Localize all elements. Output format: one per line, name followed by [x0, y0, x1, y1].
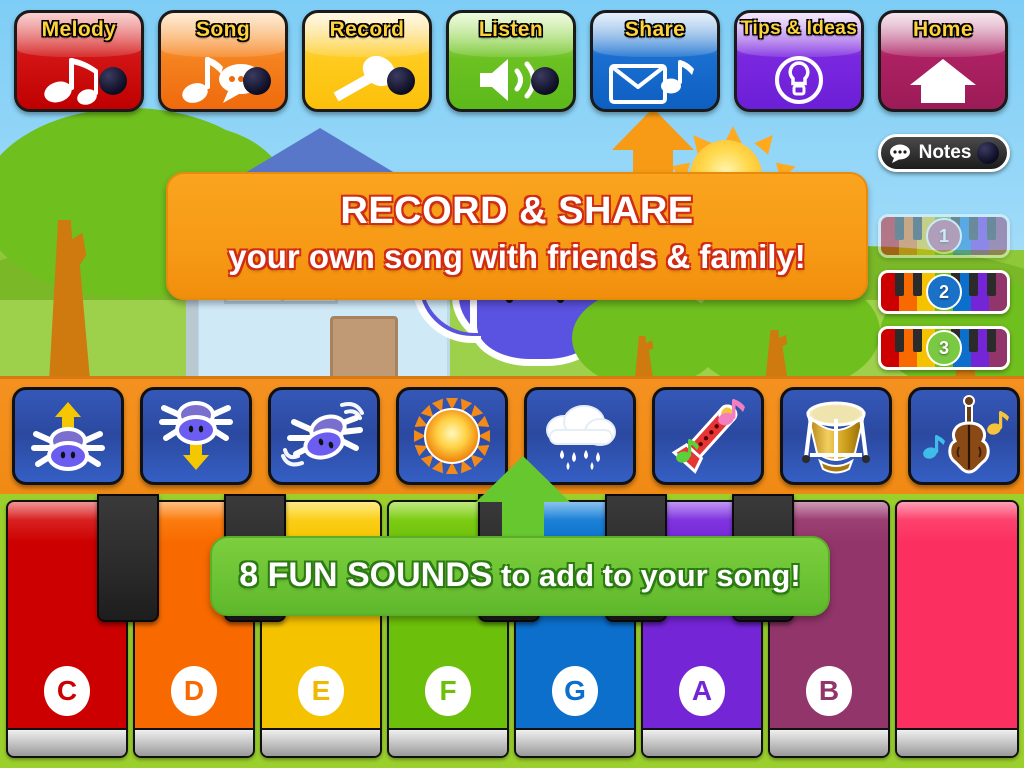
fun-sounds-highlight: 8 FUN SOUNDS — [239, 556, 493, 594]
record-share-callout: RECORD & SHARE your own song with friend… — [166, 172, 868, 300]
piano-key-a-label: A — [679, 666, 725, 716]
piano-key-e-label: E — [298, 666, 344, 716]
piano-key-f-label: F — [425, 666, 471, 716]
key-base — [643, 728, 761, 756]
listen-record-dot — [531, 67, 559, 95]
sound-button-spider-sideways[interactable] — [268, 387, 380, 485]
spider-up-icon — [31, 402, 105, 471]
preset-black-key — [969, 273, 978, 296]
tips-and-ideas-button-label: Tips & Ideas — [740, 18, 858, 39]
share-button[interactable]: Share — [590, 10, 720, 112]
envelope-note-icon — [593, 49, 717, 109]
key-gloss — [897, 502, 1017, 520]
preset-black-key — [987, 217, 996, 240]
song-button[interactable]: Song — [158, 10, 288, 112]
preset-piano-3[interactable]: 3 — [878, 326, 1010, 370]
fun-sounds-rest: to add to your song! — [492, 558, 801, 593]
house-icon — [881, 49, 1005, 109]
notes-button[interactable]: Notes — [878, 134, 1010, 172]
melody-record-dot — [99, 67, 127, 95]
lightbulb-icon — [737, 49, 861, 109]
preset-black-key — [987, 273, 996, 296]
listen-button[interactable]: Listen — [446, 10, 576, 112]
fun-sounds-callout: 8 FUN SOUNDS to add to your song! — [210, 536, 830, 616]
sound-button-spider-up[interactable] — [12, 387, 124, 485]
sound-button-timpani[interactable] — [780, 387, 892, 485]
melody-button-label: Melody — [41, 18, 117, 41]
preset-black-key — [987, 329, 996, 352]
record-button[interactable]: Record — [302, 10, 432, 112]
preset-black-key — [913, 329, 922, 352]
timpani-drum-icon — [802, 401, 870, 474]
piano-key-c-label: C — [44, 666, 90, 716]
record-record-dot — [387, 67, 415, 95]
piano-black-key-1[interactable] — [97, 494, 159, 622]
preset-black-key — [895, 217, 904, 240]
key-base — [516, 728, 634, 756]
piano-key-b-label: B — [806, 666, 852, 716]
preset-2-number: 2 — [926, 274, 962, 310]
preset-3-number: 3 — [926, 330, 962, 366]
preset-piano-2[interactable]: 2 — [878, 270, 1010, 314]
recorder-flute-icon — [671, 399, 745, 474]
home-button[interactable]: Home — [878, 10, 1008, 112]
home-button-label: Home — [913, 18, 973, 41]
key-base — [262, 728, 380, 756]
song-button-label: Song — [195, 18, 251, 41]
speech-bubble-icon — [889, 144, 910, 163]
preset-black-key — [969, 217, 978, 240]
key-base — [8, 728, 126, 756]
song-record-dot — [243, 67, 271, 95]
notes-record-dot — [977, 142, 1000, 164]
melody-button[interactable]: Melody — [14, 10, 144, 112]
share-button-label: Share — [624, 18, 686, 41]
preset-black-key — [913, 217, 922, 240]
notes-button-label: Notes — [918, 142, 972, 163]
piano-key-g-label: G — [552, 666, 598, 716]
sound-button-spider-down[interactable] — [140, 387, 252, 485]
preset-1-number: 1 — [926, 218, 962, 254]
key-base — [389, 728, 507, 756]
sound-button-violin[interactable] — [908, 387, 1020, 485]
listen-button-label: Listen — [478, 18, 544, 41]
key-base — [897, 728, 1017, 756]
sound-button-recorder[interactable] — [652, 387, 764, 485]
spider-sideways-icon — [281, 402, 364, 467]
record-share-callout-line1: RECORD & SHARE — [340, 190, 694, 232]
top-toolbar: Melody Song Record Listen Share Tips & I… — [0, 0, 1024, 122]
app-screen: Melody Song Record Listen Share Tips & I… — [0, 0, 1024, 768]
violin-icon — [923, 395, 1009, 474]
spider-down-icon — [159, 401, 233, 470]
piano-key-high-c[interactable] — [895, 500, 1019, 758]
key-base — [770, 728, 888, 756]
preset-black-key — [895, 329, 904, 352]
key-base — [135, 728, 253, 756]
record-button-label: Record — [329, 18, 405, 41]
preset-black-key — [913, 273, 922, 296]
record-share-callout-line2: your own song with friends & family! — [228, 238, 806, 275]
preset-black-key — [895, 273, 904, 296]
fun-sounds-callout-text: 8 FUN SOUNDS to add to your song! — [212, 556, 828, 595]
piano-key-d-label: D — [171, 666, 217, 716]
tips-and-ideas-button[interactable]: Tips & Ideas — [734, 10, 864, 112]
preset-black-key — [969, 329, 978, 352]
preset-piano-1[interactable]: 1 — [878, 214, 1010, 258]
